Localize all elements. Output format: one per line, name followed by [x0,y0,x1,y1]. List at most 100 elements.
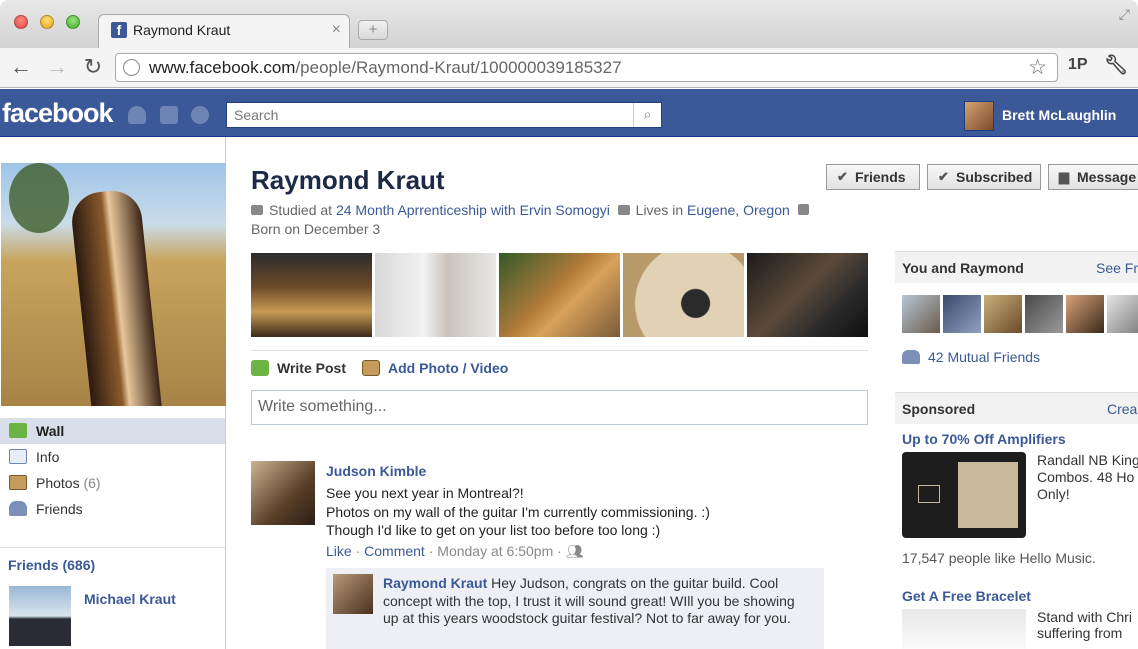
post-author-link[interactable]: Judson Kimble [326,463,426,479]
ad-title-link[interactable]: Get A Free Bracelet [902,588,1031,604]
mutual-friend-thumbnail[interactable] [984,295,1022,333]
back-arrow-icon[interactable]: ← [8,54,34,80]
friendship-header: You and Raymond See Fr [895,251,1138,283]
post-line: Photos on my wall of the guitar I'm curr… [326,503,710,520]
user-name-link[interactable]: Brett McLaughlin [1002,107,1116,123]
facebook-favicon-icon: f [111,22,127,38]
like-link[interactable]: Like [326,543,352,559]
profile-picture[interactable] [1,163,226,406]
create-ad-link[interactable]: Crea [1107,401,1137,417]
url-path: /people/Raymond-Kraut/100000039185327 [295,58,622,77]
forward-arrow-icon[interactable]: → [44,54,70,80]
1password-extension-button[interactable]: 1P [1068,56,1088,74]
photo-thumbnail[interactable] [623,253,744,337]
post-author-avatar[interactable] [251,461,315,525]
photo-thumbnail[interactable] [499,253,620,337]
left-column: Wall Info Photos (6) Friends Friends (68… [0,137,226,649]
close-window-button[interactable] [14,15,28,29]
browser-tab[interactable]: f Raymond Kraut × [98,14,350,48]
nav-item-wall[interactable]: Wall [0,418,225,444]
nav-item-label: Info [36,449,60,465]
zoom-window-button[interactable] [66,15,80,29]
photo-thumbnail[interactable] [251,253,372,337]
friend-name-link[interactable]: Michael Kraut [84,591,176,607]
location-link[interactable]: Eugene, Oregon [687,202,790,218]
ad-title-link[interactable]: Up to 70% Off Amplifiers [902,431,1066,447]
url-host: www.facebook.com [149,58,296,77]
url-text[interactable]: www.facebook.com/people/Raymond-Kraut/10… [149,58,622,78]
friendship-title: You and Raymond [902,260,1024,276]
write-something-input[interactable] [252,391,867,424]
photos-icon [9,475,27,490]
friends-button[interactable]: ✔ Friends [826,164,920,190]
see-friendship-link[interactable]: See Fr [1096,260,1138,276]
search-icon[interactable]: ⌕ [633,103,661,127]
amplifier-ad-image[interactable] [902,452,1026,538]
comment-item: Raymond Kraut Hey Judson, congrats on th… [326,568,824,649]
checkmark-icon: ✔ [837,169,848,184]
fullscreen-icon[interactable]: ⤢ [1119,6,1130,23]
globe-icon [123,59,140,76]
add-photo-video-tab[interactable]: Add Photo / Video [362,360,508,376]
search-box: ⌕ [226,102,662,128]
birthday-line: Born on December 3 [251,221,381,237]
profile-page: Wall Info Photos (6) Friends Friends (68… [0,137,1138,649]
friend-requests-icon[interactable] [128,106,146,124]
comment-body: Raymond Kraut Hey Judson, congrats on th… [383,575,813,628]
house-icon [617,205,630,215]
graduation-cap-icon [251,205,263,215]
new-tab-button[interactable]: + [358,20,388,40]
search-input[interactable] [227,103,633,127]
comment-author-avatar[interactable] [333,574,373,614]
mutual-friend-thumbnail[interactable] [1066,295,1104,333]
mutual-friend-thumbnail[interactable] [1107,295,1138,333]
user-avatar[interactable] [964,101,994,131]
nav-item-label: Photos [36,475,80,491]
mutual-friend-thumbnail[interactable] [943,295,981,333]
friends-audience-icon: 👥︎ [565,543,584,559]
divider [0,547,225,548]
nav-item-photos[interactable]: Photos (6) [0,470,225,496]
ad-text: Randall NB King Combos. 48 Ho Only! [1037,452,1138,502]
minimize-window-button[interactable] [40,15,54,29]
mutual-friends-link[interactable]: 42 Mutual Friends [902,349,1040,365]
subscribed-button[interactable]: ✔ Subscribed [927,164,1041,190]
nav-item-label: Friends [36,501,83,517]
reload-icon[interactable]: ↻ [80,54,106,80]
comment-link[interactable]: Comment [364,543,425,559]
photo-thumbnail[interactable] [747,253,868,337]
tab-close-icon[interactable]: × [332,21,341,39]
message-button[interactable]: ▆ Message [1048,164,1138,190]
friend-thumbnail[interactable] [9,586,71,646]
message-bubble-icon: ▆ [1059,169,1069,184]
comment-author-link[interactable]: Raymond Kraut [383,575,487,591]
composer-box [251,390,868,425]
bracelet-ad-image[interactable] [902,609,1026,649]
address-bar[interactable]: www.facebook.com/people/Raymond-Kraut/10… [115,53,1058,82]
mutual-friend-thumbnail[interactable] [1025,295,1063,333]
wall-icon [9,423,27,438]
nav-item-info[interactable]: Info [0,444,225,470]
friends-box-title[interactable]: Friends (686) [8,557,95,573]
ad-social-context: 17,547 people like Hello Music. [902,550,1096,566]
notifications-globe-icon[interactable] [191,106,209,124]
post-line: See you next year in Montreal?! [326,485,524,501]
divider [251,350,868,351]
school-link[interactable]: 24 Month Aprrenticeship with Ervin Somog… [336,202,610,218]
bookmark-star-icon[interactable]: ☆ [1028,55,1047,80]
post-line: Though I'd like to get on your list too … [326,522,661,538]
post-body: See you next year in Montreal?! Photos o… [326,484,846,540]
nav-item-friends[interactable]: Friends [0,496,225,522]
mutual-friend-thumbnail[interactable] [902,295,940,333]
browser-toolbar: ← → ↻ www.facebook.com/people/Raymond-Kr… [0,48,1138,88]
messages-icon[interactable] [160,106,178,124]
info-card-icon [9,449,27,464]
photo-thumbnail[interactable] [375,253,496,337]
facebook-logo[interactable]: facebook [2,98,114,129]
main-column: Raymond Kraut Studied at 24 Month Aprren… [251,137,868,649]
wrench-menu-icon[interactable]: 🔧︎ [1104,53,1128,77]
post-timestamp[interactable]: Monday at 6:50pm [437,543,553,559]
write-post-tab[interactable]: Write Post [251,360,346,376]
facebook-header: facebook ⌕ Brett McLaughlin [0,89,1138,137]
sponsored-header: Sponsored Crea [895,392,1138,424]
